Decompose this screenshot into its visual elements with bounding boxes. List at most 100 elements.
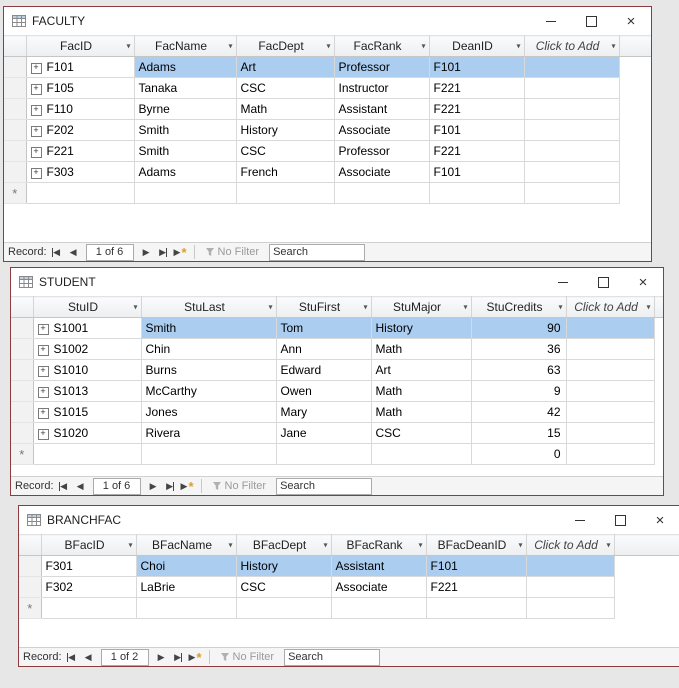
expand-icon[interactable]: + <box>30 84 42 95</box>
cell[interactable]: Smith <box>134 119 237 141</box>
dropdown-icon[interactable]: ▾ <box>418 541 422 550</box>
dropdown-icon[interactable]: ▾ <box>606 541 610 550</box>
dropdown-icon[interactable]: ▾ <box>421 42 425 51</box>
cell[interactable]: Chin <box>141 338 277 360</box>
dropdown-icon[interactable]: ▾ <box>558 303 562 312</box>
column-header-facid[interactable]: FacID ▾ <box>26 35 135 57</box>
row-selector[interactable] <box>11 422 34 444</box>
cell[interactable]: 36 <box>471 338 567 360</box>
cell[interactable]: + S1010 <box>33 359 142 381</box>
close-button[interactable]: × <box>611 7 651 35</box>
cell[interactable]: 0 <box>471 443 567 465</box>
cell[interactable] <box>236 597 332 619</box>
minimize-button[interactable] <box>531 7 571 35</box>
cell[interactable]: F301 <box>41 555 137 577</box>
dropdown-icon[interactable]: ▾ <box>268 303 272 312</box>
dropdown-icon[interactable]: ▾ <box>326 42 330 51</box>
expand-icon[interactable]: + <box>37 429 49 440</box>
cell[interactable]: Assistant <box>334 98 430 120</box>
column-header-deanid[interactable]: DeanID ▾ <box>429 35 525 57</box>
maximize-button[interactable] <box>600 506 640 534</box>
cell[interactable]: Math <box>236 98 335 120</box>
first-record-button[interactable]: ◀ <box>64 649 79 665</box>
cell[interactable]: F302 <box>41 576 137 598</box>
row-selector[interactable] <box>11 317 34 339</box>
click-to-add-cell[interactable] <box>566 359 655 381</box>
cell[interactable]: Associate <box>331 576 427 598</box>
next-record-button[interactable]: ▶ <box>146 478 161 494</box>
cell[interactable] <box>134 182 237 204</box>
dropdown-icon[interactable]: ▾ <box>128 541 132 550</box>
row-selector[interactable] <box>4 56 27 78</box>
dropdown-icon[interactable]: ▾ <box>228 541 232 550</box>
row-selector[interactable] <box>11 359 34 381</box>
dropdown-icon[interactable]: ▾ <box>516 42 520 51</box>
expand-icon[interactable]: + <box>37 387 49 398</box>
cell[interactable]: Associate <box>334 119 430 141</box>
cell[interactable]: 90 <box>471 317 567 339</box>
no-filter-indicator[interactable]: No Filter <box>201 246 264 258</box>
cell[interactable] <box>236 182 335 204</box>
cell[interactable]: Professor <box>334 56 430 78</box>
search-input[interactable] <box>276 477 373 495</box>
cell[interactable]: + S1001 <box>33 317 142 339</box>
branchfac-titlebar[interactable]: BRANCHFAC × <box>19 506 679 534</box>
row-selector[interactable] <box>19 576 42 598</box>
column-header-bfacdeanid[interactable]: BFacDeanID ▾ <box>426 534 527 556</box>
cell[interactable]: Jones <box>141 401 277 423</box>
last-record-button[interactable]: ▶ <box>163 478 178 494</box>
click-to-add-cell[interactable] <box>566 443 655 465</box>
dropdown-icon[interactable]: ▾ <box>646 303 650 312</box>
previous-record-button[interactable]: ◀ <box>66 244 81 260</box>
column-header-bfacrank[interactable]: BFacRank ▾ <box>331 534 427 556</box>
cell[interactable]: Tom <box>276 317 372 339</box>
cell[interactable] <box>33 443 142 465</box>
column-header-stumajor[interactable]: StuMajor ▾ <box>371 296 472 318</box>
click-to-add-cell[interactable] <box>566 401 655 423</box>
column-header-stuid[interactable]: StuID ▾ <box>33 296 142 318</box>
row-selector[interactable] <box>11 401 34 423</box>
cell[interactable]: McCarthy <box>141 380 277 402</box>
cell[interactable]: + S1002 <box>33 338 142 360</box>
click-to-add-cell[interactable] <box>524 182 620 204</box>
last-record-button[interactable]: ▶ <box>171 649 186 665</box>
close-button[interactable]: × <box>623 268 663 296</box>
cell[interactable]: Associate <box>334 161 430 183</box>
cell[interactable]: + S1013 <box>33 380 142 402</box>
click-to-add-cell[interactable] <box>566 380 655 402</box>
cell[interactable]: Ann <box>276 338 372 360</box>
cell[interactable] <box>334 182 430 204</box>
expand-icon[interactable]: + <box>30 126 42 137</box>
click-to-add-cell[interactable] <box>566 422 655 444</box>
search-input[interactable] <box>284 648 381 666</box>
dropdown-icon[interactable]: ▾ <box>228 42 232 51</box>
cell[interactable]: Burns <box>141 359 277 381</box>
cell[interactable]: CSC <box>236 140 335 162</box>
click-to-add-cell[interactable] <box>526 597 615 619</box>
dropdown-icon[interactable]: ▾ <box>323 541 327 550</box>
column-header-bfacdept[interactable]: BFacDept ▾ <box>236 534 332 556</box>
cell[interactable]: F101 <box>426 555 527 577</box>
cell[interactable]: 9 <box>471 380 567 402</box>
click-to-add-cell[interactable] <box>524 77 620 99</box>
column-header-facdept[interactable]: FacDept ▾ <box>236 35 335 57</box>
click-to-add-cell[interactable] <box>524 98 620 120</box>
new-record-button[interactable]: ▶ * <box>180 478 195 494</box>
cell[interactable]: Edward <box>276 359 372 381</box>
row-selector[interactable] <box>19 555 42 577</box>
student-titlebar[interactable]: STUDENT × <box>11 268 663 296</box>
previous-record-button[interactable]: ◀ <box>81 649 96 665</box>
cell[interactable]: History <box>236 555 332 577</box>
no-filter-indicator[interactable]: No Filter <box>216 651 279 663</box>
expand-icon[interactable]: + <box>30 147 42 158</box>
cell[interactable]: F101 <box>429 56 525 78</box>
cell[interactable]: Rivera <box>141 422 277 444</box>
cell[interactable]: Art <box>371 359 472 381</box>
cell[interactable] <box>26 182 135 204</box>
expand-icon[interactable]: + <box>30 168 42 179</box>
cell[interactable]: F101 <box>429 161 525 183</box>
new-record-button[interactable]: ▶ * <box>173 244 188 260</box>
row-selector[interactable] <box>11 338 34 360</box>
cell[interactable]: + F105 <box>26 77 135 99</box>
cell[interactable]: F221 <box>429 140 525 162</box>
